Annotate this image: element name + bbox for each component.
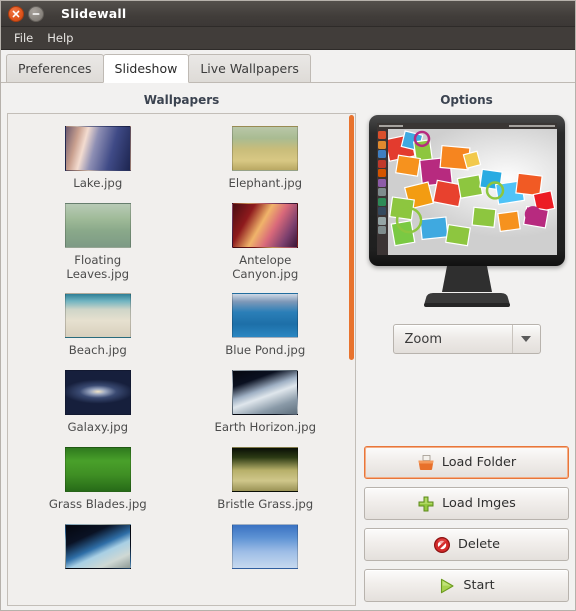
options-heading: Options — [440, 93, 493, 107]
menu-item-help[interactable]: Help — [40, 29, 80, 47]
launcher-icon-11 — [378, 226, 386, 234]
play-icon — [441, 578, 454, 593]
wallpaper-item[interactable]: Beach.jpg — [14, 289, 182, 360]
wallpaper-thumbnail — [232, 293, 299, 339]
wallpaper-item[interactable]: Blue Pond.jpg — [182, 289, 350, 360]
start-button[interactable]: Start — [364, 569, 569, 602]
wallpaper-thumbnail — [232, 370, 299, 416]
tab-bar: Preferences Slideshow Live Wallpapers — [1, 50, 575, 83]
tab-preferences[interactable]: Preferences — [6, 54, 104, 82]
load-folder-label: Load Folder — [441, 455, 517, 470]
wallpaper-item[interactable] — [14, 520, 182, 571]
wallpaper-filename: Floating Leaves.jpg — [66, 252, 130, 281]
wallpaper-thumbnail — [64, 446, 131, 492]
monitor-preview — [368, 115, 565, 311]
load-folder-button[interactable]: Load Folder — [364, 446, 569, 479]
monitor-stand — [423, 266, 510, 307]
close-icon — [12, 10, 20, 17]
options-pane: Options Zoom Load Folder Load Imges Dele… — [356, 89, 569, 606]
window-title: Slidewall — [61, 6, 127, 21]
abstract-wallpaper-art — [383, 130, 555, 247]
wallpaper-thumbnail — [232, 202, 299, 248]
load-images-label: Load Imges — [442, 496, 516, 511]
wallpaper-filename: Bristle Grass.jpg — [217, 496, 314, 511]
wallpaper-item[interactable]: Floating Leaves.jpg — [14, 199, 182, 284]
wallpaper-preview-image — [376, 123, 557, 255]
wallpapers-pane: Wallpapers Lake.jpg Elephant.jpg Floating L… — [7, 89, 356, 606]
wallpaper-thumbnail — [64, 370, 131, 416]
launcher-icon-1 — [378, 131, 386, 139]
wallpaper-filename: Earth Horizon.jpg — [214, 420, 317, 435]
scaling-mode-value: Zoom — [404, 331, 442, 347]
wallpaper-item[interactable]: Earth Horizon.jpg — [182, 366, 350, 437]
wallpaper-item[interactable]: Antelope Canyon.jpg — [182, 199, 350, 284]
scrollbar-thumb[interactable] — [349, 115, 354, 360]
wallpaper-filename: Blue Pond.jpg — [225, 343, 306, 358]
launcher-icon-4 — [378, 159, 386, 168]
wallpaper-filename: Galaxy.jpg — [67, 420, 129, 435]
wallpaper-item[interactable]: Elephant.jpg — [182, 122, 350, 193]
launcher-icon-8 — [378, 197, 386, 206]
minimize-icon — [32, 12, 40, 15]
delete-label: Delete — [457, 537, 501, 552]
scaling-mode-dropdown[interactable]: Zoom — [392, 324, 541, 354]
launcher-icon-5 — [378, 169, 386, 177]
monitor-bezel — [368, 115, 565, 266]
wallpaper-filename: Grass Blades.jpg — [48, 496, 147, 511]
chevron-down-icon — [521, 336, 531, 342]
action-buttons: Load Folder Load Imges Delete Start — [364, 354, 569, 606]
wallpaper-thumbnail — [232, 523, 299, 569]
menu-bar: File Help — [1, 27, 575, 50]
tab-live-wallpapers[interactable]: Live Wallpapers — [188, 54, 311, 82]
launcher-icon-6 — [378, 178, 386, 187]
folder-icon — [418, 454, 434, 470]
launcher-icon-9 — [378, 207, 386, 215]
wallpaper-item[interactable]: Grass Blades.jpg — [14, 443, 182, 514]
start-label: Start — [463, 578, 495, 593]
close-button[interactable] — [8, 5, 24, 22]
wallpaper-thumbnail — [64, 202, 131, 248]
wallpapers-scroll-area[interactable]: Lake.jpg Elephant.jpg Floating Leaves.jpg An… — [7, 113, 356, 606]
desktop-launcher-bar — [376, 129, 388, 255]
tab-slideshow[interactable]: Slideshow — [102, 54, 190, 83]
delete-button[interactable]: Delete — [364, 528, 569, 561]
wallpaper-thumbnail — [64, 293, 131, 339]
wallpaper-thumbnail — [64, 126, 131, 171]
launcher-icon-2 — [378, 140, 386, 149]
wallpaper-thumbnail — [232, 446, 299, 492]
application-window: Slidewall File Help Preferences Slidesho… — [0, 0, 576, 611]
dropdown-arrow[interactable] — [511, 325, 540, 353]
panel-app-menu — [378, 125, 403, 127]
wallpaper-thumbnail — [64, 523, 131, 569]
scaling-mode-row: Zoom — [364, 311, 569, 354]
launcher-icon-10 — [378, 216, 386, 225]
wallpaper-filename: Elephant.jpg — [228, 176, 303, 190]
desktop-top-panel — [376, 123, 557, 129]
wallpaper-item[interactable]: Lake.jpg — [14, 122, 182, 193]
wallpaper-filename: Beach.jpg — [68, 343, 127, 358]
launcher-icon-3 — [378, 150, 386, 158]
wallpaper-item[interactable]: Galaxy.jpg — [14, 366, 182, 437]
wallpaper-item[interactable] — [182, 520, 350, 571]
wallpaper-filename: Lake.jpg — [73, 176, 123, 190]
title-bar: Slidewall — [1, 1, 575, 27]
plus-icon — [418, 496, 434, 511]
wallpapers-heading: Wallpapers — [143, 93, 220, 107]
minimize-button[interactable] — [28, 5, 44, 22]
wallpaper-filename: Antelope Canyon.jpg — [232, 252, 299, 281]
monitor-screen — [376, 123, 557, 255]
forbidden-icon — [433, 536, 450, 553]
panel-indicators — [508, 125, 555, 127]
load-images-button[interactable]: Load Imges — [364, 487, 569, 520]
menu-item-file[interactable]: File — [7, 29, 40, 47]
main-content: Wallpapers Lake.jpg Elephant.jpg Floating L… — [1, 83, 575, 610]
wallpaper-grid: Lake.jpg Elephant.jpg Floating Leaves.jpg An… — [8, 114, 355, 571]
launcher-icon-7 — [378, 188, 386, 196]
wallpapers-scrollbar[interactable] — [349, 115, 354, 604]
preview-area — [364, 113, 569, 311]
wallpaper-thumbnail — [232, 126, 299, 171]
wallpaper-item[interactable]: Bristle Grass.jpg — [182, 443, 350, 514]
